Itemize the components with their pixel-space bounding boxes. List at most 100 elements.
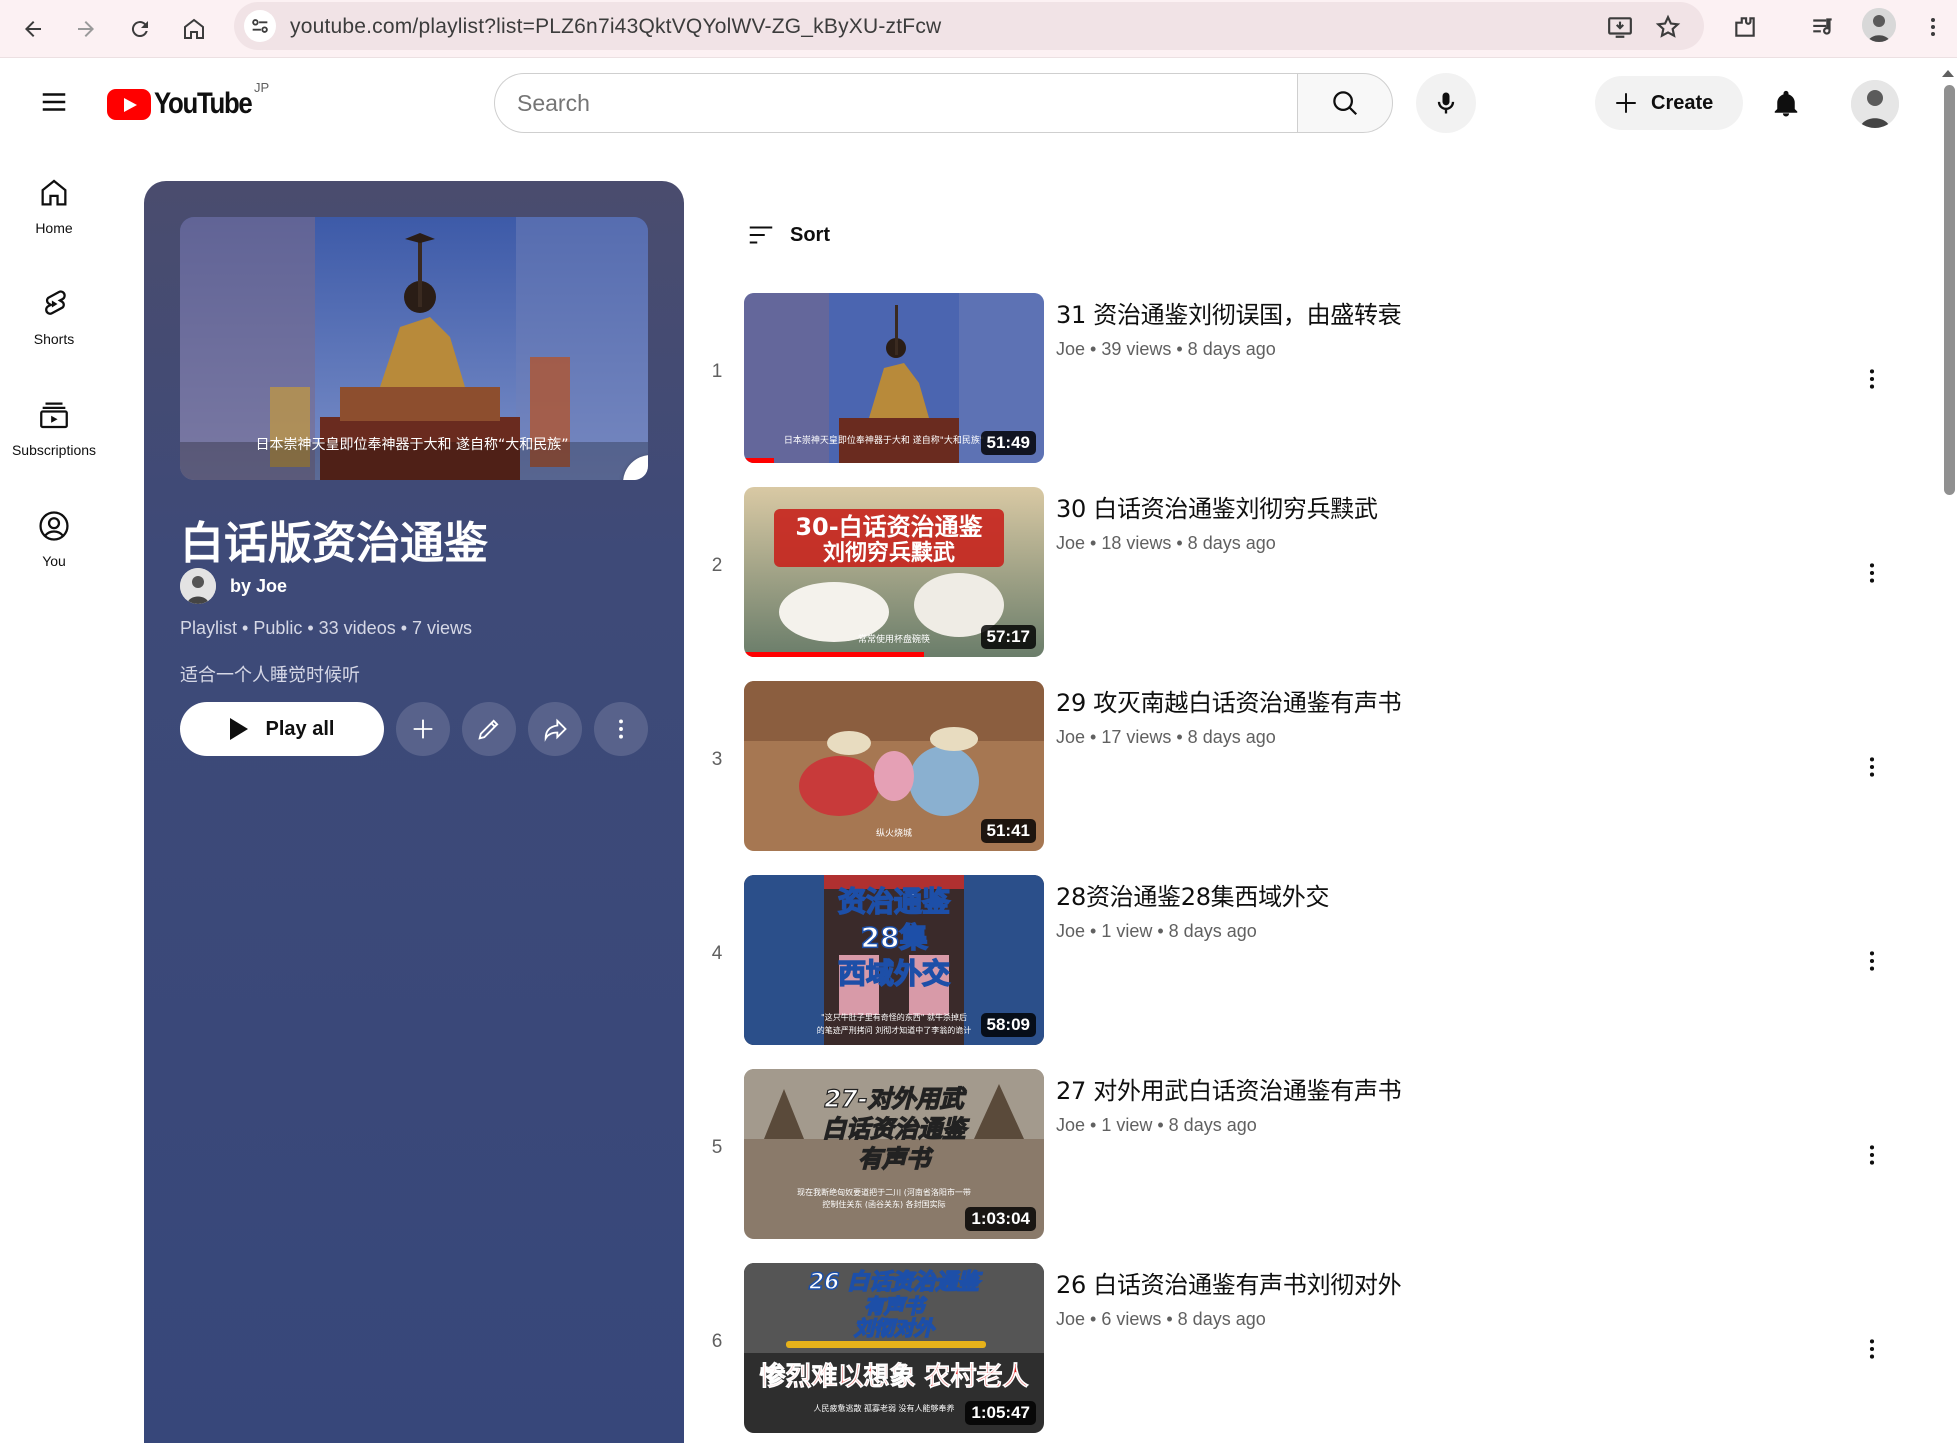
video-menu-button[interactable] (1848, 743, 1896, 791)
house-icon (184, 18, 204, 39)
video-duration: 1:03:04 (965, 1207, 1036, 1231)
playlist-video-row[interactable]: 6 26 白话资治通鉴 有声书 刘彻对外 惨烈难以想象 农村老人 人民疲惫逃散 … (700, 1263, 1900, 1435)
media-control-button[interactable] (1808, 12, 1838, 42)
video-duration: 57:17 (980, 625, 1036, 649)
extensions-button[interactable] (1730, 12, 1760, 42)
create-button[interactable]: Create (1595, 76, 1743, 130)
video-thumbnail[interactable]: 26 白话资治通鉴 有声书 刘彻对外 惨烈难以想象 农村老人 人民疲惫逃散 孤寡… (744, 1263, 1044, 1433)
notifications-button[interactable] (1762, 80, 1810, 128)
guide-item-shorts[interactable]: Shorts (0, 279, 108, 371)
bookmark-star-icon[interactable] (1655, 14, 1681, 40)
video-stats: 39 views • 8 days ago (1101, 339, 1276, 359)
kebab-menu-icon (1869, 1339, 1875, 1359)
url-text[interactable]: youtube.com/playlist?list=PLZ6n7i43QktVQ… (290, 15, 941, 39)
subscriptions-icon (40, 402, 68, 429)
search-input[interactable] (517, 88, 1257, 118)
channel-name[interactable]: Joe (1056, 339, 1085, 359)
tune-icon (252, 19, 268, 33)
thumbnail-text: 资治通鉴 (838, 885, 951, 918)
play-icon (229, 718, 248, 740)
svg-text:常常使用杯盘碗筷: 常常使用杯盘碗筷 (858, 633, 930, 645)
video-thumbnail[interactable]: 30-白话资治通鉴 刘彻穷兵黩武 常常使用杯盘碗筷 57:17 (744, 487, 1044, 657)
search-button[interactable] (1297, 73, 1393, 133)
home-page-button[interactable] (171, 6, 217, 52)
guide-item-home[interactable]: Home (0, 168, 108, 260)
video-thumbnail[interactable]: 纵火烧城 51:41 (744, 681, 1044, 851)
account-avatar[interactable] (1851, 80, 1899, 128)
video-title[interactable]: 26 白话资治通鉴有声书刘彻对外 (1056, 1265, 1402, 1300)
watch-progress-bar (744, 652, 924, 657)
plus-icon (413, 719, 433, 739)
back-button[interactable] (10, 6, 56, 52)
voice-search-button[interactable] (1416, 73, 1476, 133)
shorts-icon (45, 290, 66, 315)
reload-icon (131, 21, 148, 38)
video-title[interactable]: 27 对外用武白话资治通鉴有声书 (1056, 1071, 1402, 1106)
edit-playlist-button[interactable] (462, 702, 516, 756)
video-title[interactable]: 29 攻灭南越白话资治通鉴有声书 (1056, 683, 1402, 718)
video-menu-button[interactable] (1848, 355, 1896, 403)
youtube-logo[interactable]: YouTube (107, 86, 267, 122)
video-menu-button[interactable] (1848, 1131, 1896, 1179)
kebab-menu-icon (619, 719, 623, 739)
more-actions-button[interactable] (594, 702, 648, 756)
address-bar[interactable]: youtube.com/playlist?list=PLZ6n7i43QktVQ… (234, 2, 1704, 50)
playlist-video-row[interactable]: 3 纵火烧城 51:41 29 攻灭南越白话资治通鉴有声书 Joe • 17 v… (700, 681, 1900, 853)
video-menu-button[interactable] (1848, 1325, 1896, 1373)
video-thumbnail[interactable]: 资治通鉴 28集 西域外交 "这只牛肚子里有奇怪的东西" 就牛杀掉后 的笔迹严刑… (744, 875, 1044, 1045)
video-title[interactable]: 30 白话资治通鉴刘彻穷兵黩武 (1056, 489, 1378, 524)
reload-button[interactable] (117, 6, 163, 52)
playlist-video-row[interactable]: 4 资治通鉴 28集 西域外交 "这只牛肚子里有奇怪的东西" 就牛杀掉后 的笔迹… (700, 875, 1900, 1047)
guide-item-you[interactable]: You (0, 501, 108, 593)
playlist-video-row[interactable]: 1 日本崇神天皇即位奉神器于大和 遂自称"大和民族" 51:49 31 资治通鉴… (700, 293, 1900, 465)
owner-avatar (180, 568, 216, 604)
playlist-video-row[interactable]: 2 30-白话资治通鉴 刘彻穷兵黩武 常常使用杯盘碗筷 57:17 30 白话资… (700, 487, 1900, 659)
video-meta: Joe • 39 views • 8 days ago (1056, 339, 1276, 359)
install-app-icon[interactable] (1607, 14, 1633, 40)
channel-name[interactable]: Joe (1056, 1309, 1085, 1329)
video-thumbnail[interactable]: 27-对外用武 白话资治通鉴 有声书 现在我断绝匈奴要道把于二川 (河南省洛阳市… (744, 1069, 1044, 1239)
site-info-button[interactable] (244, 10, 276, 42)
channel-name[interactable]: Joe (1056, 727, 1085, 747)
kebab-menu-icon (1869, 757, 1875, 777)
search-box (494, 73, 1298, 133)
playlist-thumbnail[interactable]: 日本崇神天皇即位奉神器于大和 遂自称“大和民族” (180, 217, 648, 480)
guide-item-subscriptions[interactable]: Subscriptions (0, 390, 108, 482)
svg-text:纵火烧城: 纵火烧城 (876, 827, 912, 839)
channel-name[interactable]: Joe (1056, 533, 1085, 553)
person-avatar-icon (1862, 8, 1896, 42)
video-meta: Joe • 1 view • 8 days ago (1056, 921, 1257, 941)
watch-progress-bar (744, 458, 774, 463)
forward-button[interactable] (63, 6, 109, 52)
pencil-icon (638, 470, 648, 480)
guide-menu-button[interactable] (32, 80, 76, 124)
kebab-menu-icon (1931, 18, 1935, 36)
video-menu-button[interactable] (1848, 937, 1896, 985)
video-menu-button[interactable] (1848, 549, 1896, 597)
owner-name[interactable]: by Joe (230, 576, 287, 597)
thumbnail-text: 27-对外用武 (824, 1085, 966, 1113)
svg-text:"这只牛肚子里有奇怪的东西" 就牛杀掉后: "这只牛肚子里有奇怪的东西" 就牛杀掉后 (821, 1012, 967, 1022)
playlist-owner[interactable]: by Joe (180, 568, 287, 604)
video-index: 1 (711, 361, 723, 382)
profile-avatar[interactable] (1862, 8, 1896, 42)
sort-button[interactable]: Sort (746, 220, 830, 250)
channel-name[interactable]: Joe (1056, 1115, 1085, 1135)
browser-menu-button[interactable] (1918, 12, 1948, 42)
video-stats: 17 views • 8 days ago (1101, 727, 1276, 747)
video-title[interactable]: 28资治通鉴28集西域外交 (1056, 877, 1329, 912)
share-button[interactable] (528, 702, 582, 756)
video-thumbnail[interactable]: 日本崇神天皇即位奉神器于大和 遂自称"大和民族" 51:49 (744, 293, 1044, 463)
video-title[interactable]: 31 资治通鉴刘彻误国，由盛转衰 (1056, 295, 1402, 330)
play-all-button[interactable]: Play all (180, 702, 384, 756)
playlist-video-row[interactable]: 5 27-对外用武 白话资治通鉴 有声书 现在我断绝匈奴要道把于二川 (河南省洛… (700, 1069, 1900, 1241)
video-meta: Joe • 6 views • 8 days ago (1056, 1309, 1266, 1329)
kebab-menu-icon (1869, 563, 1875, 583)
channel-name[interactable]: Joe (1056, 921, 1085, 941)
save-playlist-button[interactable] (396, 702, 450, 756)
scroll-up-arrow-icon[interactable] (1942, 70, 1954, 77)
scrollbar-thumb[interactable] (1944, 85, 1955, 495)
playlist-description[interactable]: 适合一个人睡觉时候听 (180, 661, 360, 687)
svg-text:刘彻对外: 刘彻对外 (854, 1316, 936, 1340)
bell-icon (1774, 90, 1798, 117)
